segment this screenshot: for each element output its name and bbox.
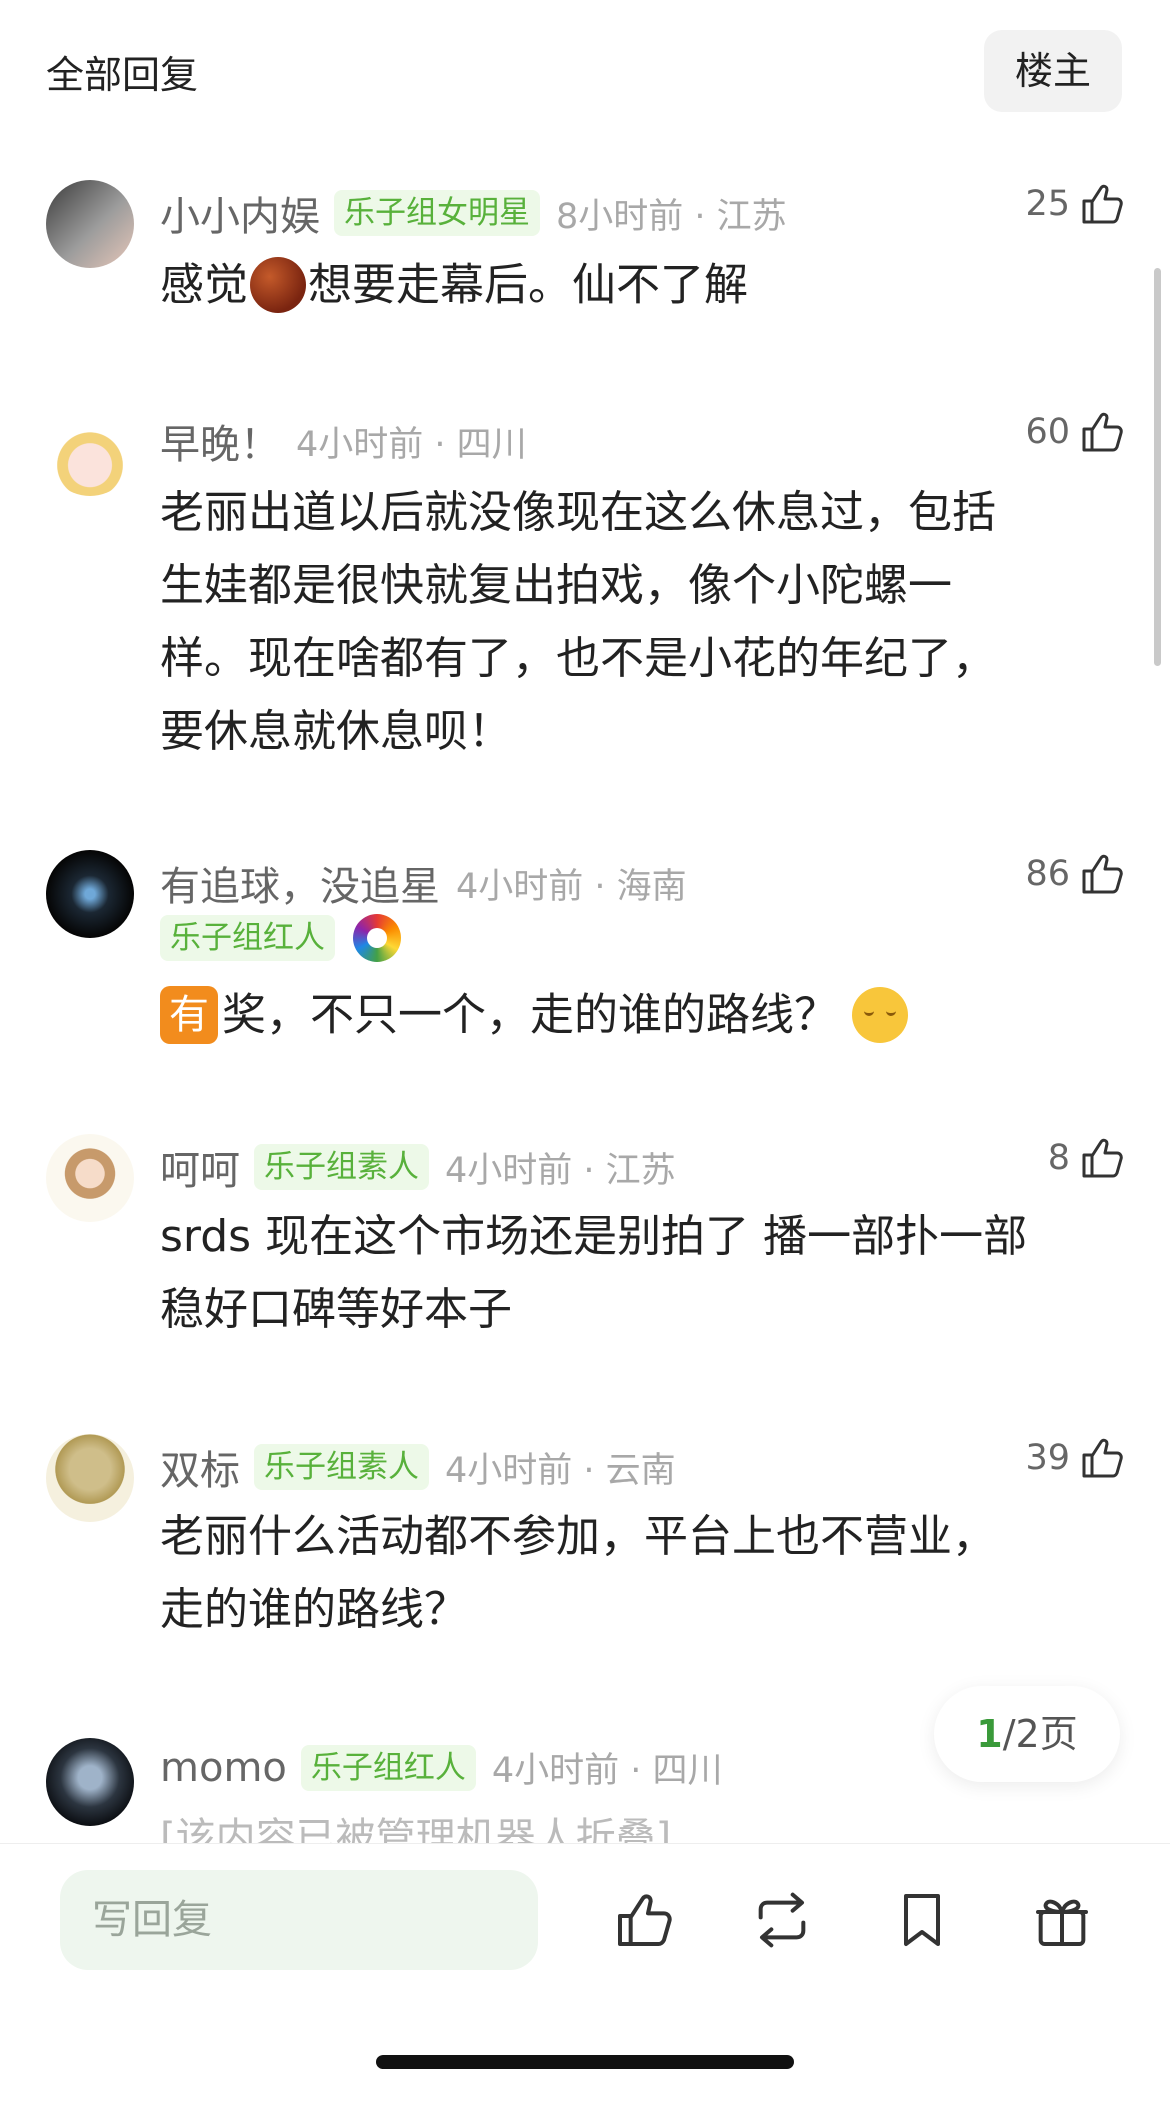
comment-text: 老丽出道以后就没像现在这么休息过，包括 生娃都是很快就复出拍戏，像个小陀螺一 样… bbox=[160, 476, 1120, 768]
page-title: 全部回复 bbox=[46, 53, 199, 97]
like-count: 8 bbox=[1047, 1138, 1070, 1178]
comment-line: srds 现在这个市场还是别拍了 播一部扑一部 bbox=[160, 1211, 1028, 1262]
avatar[interactable] bbox=[46, 850, 134, 938]
comment-line: 老丽什么活动都不参加，平台上也不营业， bbox=[160, 1511, 996, 1562]
like-count: 60 bbox=[1025, 412, 1070, 452]
comment-text: 有奖，不只一个，走的谁的路线？ bbox=[160, 976, 1120, 1052]
avatar[interactable] bbox=[46, 1134, 134, 1222]
thumbs-up-icon[interactable] bbox=[1078, 1134, 1126, 1182]
comment-text: 老丽什么活动都不参加，平台上也不营业， 走的谁的路线？ bbox=[160, 1500, 1120, 1646]
like-control[interactable]: 86 bbox=[1025, 850, 1126, 898]
current-page: 1 bbox=[976, 1712, 1003, 1756]
comment-meta: 有追球，没追星 4小时前 · 海南 bbox=[160, 854, 687, 912]
timestamp: 4小时前 · 四川 bbox=[296, 424, 527, 465]
comment-meta: 小小内娱 乐子组女明星 8小时前 · 江苏 bbox=[160, 184, 787, 242]
thumbs-up-icon[interactable] bbox=[1078, 850, 1126, 898]
timestamp: 4小时前 · 江苏 bbox=[445, 1150, 676, 1191]
comment-meta: 双标 乐子组素人 4小时前 · 云南 bbox=[160, 1438, 676, 1496]
like-control[interactable]: 8 bbox=[1048, 1134, 1126, 1182]
user-badge: 乐子组红人 bbox=[300, 1744, 476, 1791]
avatar[interactable] bbox=[46, 1434, 134, 1522]
username[interactable]: 早晚！ bbox=[160, 412, 280, 470]
comment-text: srds 现在这个市场还是别拍了 播一部扑一部 稳好口碑等好本子 bbox=[160, 1200, 1120, 1346]
comment-line: 老丽出道以后就没像现在这么休息过，包括 bbox=[160, 487, 996, 538]
you-emoji-icon: 有 bbox=[160, 986, 218, 1044]
comment-text-part: 奖，不只一个，走的谁的路线？ bbox=[222, 989, 838, 1041]
comment-line: 要休息就休息呗！ bbox=[160, 706, 512, 757]
avatar[interactable] bbox=[46, 408, 134, 496]
bookmark-icon[interactable] bbox=[890, 1888, 954, 1952]
username[interactable]: 呵呵 bbox=[160, 1138, 240, 1196]
reply-input[interactable]: 写回复 bbox=[60, 1870, 538, 1970]
username[interactable]: 双标 bbox=[160, 1438, 240, 1496]
page-total: /2页 bbox=[1002, 1712, 1078, 1756]
rainbow-medal-icon bbox=[353, 914, 401, 962]
avatar[interactable] bbox=[46, 1738, 134, 1826]
thumbs-up-icon[interactable] bbox=[1078, 1434, 1126, 1482]
thumbs-up-icon[interactable] bbox=[612, 1888, 676, 1952]
repost-icon[interactable] bbox=[750, 1888, 814, 1952]
comment-text: 感觉 想要走幕后。仙不了解 bbox=[160, 246, 1120, 322]
scrollbar[interactable] bbox=[1154, 268, 1161, 666]
comment-meta: momo 乐子组红人 4小时前 · 四川 bbox=[160, 1742, 723, 1793]
timestamp: 4小时前 · 云南 bbox=[445, 1450, 676, 1491]
user-badge: 乐子组素人 bbox=[254, 1144, 429, 1190]
relieved-face-emoji-icon bbox=[852, 987, 908, 1043]
gift-icon[interactable] bbox=[1030, 1888, 1094, 1952]
home-indicator bbox=[376, 2055, 794, 2069]
username[interactable]: 小小内娱 bbox=[160, 184, 320, 242]
like-control[interactable]: 39 bbox=[1025, 1434, 1126, 1482]
comment-line: 走的谁的路线？ bbox=[160, 1584, 468, 1635]
like-count: 39 bbox=[1025, 1438, 1070, 1478]
comment-meta: 呵呵 乐子组素人 4小时前 · 江苏 bbox=[160, 1138, 676, 1196]
comment-text-part: 感觉 bbox=[160, 259, 248, 311]
thumbs-up-icon[interactable] bbox=[1078, 408, 1126, 456]
comment-line: 样。现在啥都有了，也不是小花的年纪了， bbox=[160, 633, 996, 684]
bottom-action-bar: 写回复 bbox=[0, 1843, 1170, 2101]
comment-text-part: 想要走幕后。仙不了解 bbox=[308, 259, 748, 311]
op-only-button[interactable]: 楼主 bbox=[984, 30, 1122, 112]
chestnut-emoji-icon bbox=[250, 257, 306, 313]
like-count: 86 bbox=[1025, 854, 1070, 894]
like-control[interactable]: 25 bbox=[1025, 180, 1126, 228]
thumbs-up-icon[interactable] bbox=[1078, 180, 1126, 228]
timestamp: 4小时前 · 四川 bbox=[491, 1751, 723, 1791]
like-control[interactable]: 60 bbox=[1025, 408, 1126, 456]
user-badge: 乐子组红人 bbox=[160, 915, 335, 961]
page-indicator[interactable]: 1/2页 bbox=[934, 1686, 1120, 1782]
avatar[interactable] bbox=[46, 180, 134, 268]
like-count: 25 bbox=[1025, 184, 1070, 224]
user-badge: 乐子组女明星 bbox=[334, 190, 540, 236]
timestamp: 4小时前 · 海南 bbox=[456, 866, 687, 907]
comment-line: 生娃都是很快就复出拍戏，像个小陀螺一 bbox=[160, 560, 952, 611]
username[interactable]: 有追球，没追星 bbox=[160, 854, 440, 912]
top-bar: 全部回复 楼主 bbox=[0, 0, 1170, 140]
username[interactable]: momo bbox=[160, 1745, 287, 1791]
comment-line: 稳好口碑等好本子 bbox=[160, 1284, 512, 1335]
comment-meta: 早晚！ 4小时前 · 四川 bbox=[160, 412, 527, 470]
timestamp: 8小时前 · 江苏 bbox=[556, 196, 787, 237]
user-badge: 乐子组素人 bbox=[254, 1444, 429, 1490]
badge-row: 乐子组红人 bbox=[160, 914, 401, 962]
